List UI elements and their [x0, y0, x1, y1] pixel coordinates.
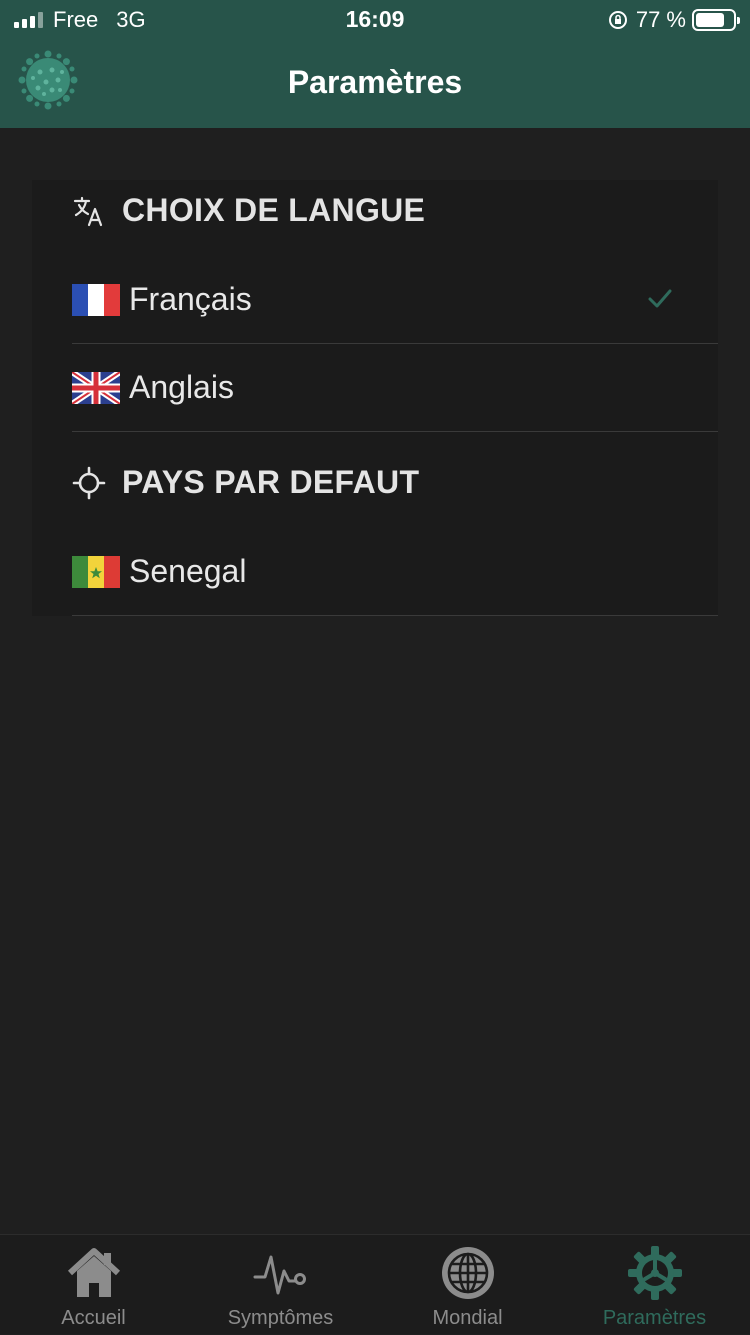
translate-icon [73, 196, 103, 226]
language-section-title: CHOIX DE LANGUE [122, 192, 426, 228]
crosshair-icon [72, 466, 106, 499]
language-section-header: CHOIX DE LANGUE [72, 192, 425, 229]
home-icon [67, 1248, 120, 1297]
language-option-label: Anglais [129, 369, 234, 405]
tab-mondial[interactable]: Mondial [374, 1235, 561, 1335]
rotation-lock-icon [608, 11, 627, 29]
tab-label: Paramètres [602, 1307, 707, 1329]
tab-symptomes[interactable]: Symptômes [187, 1235, 374, 1335]
tab-label: Symptômes [227, 1307, 334, 1329]
language-option-label: Français [129, 281, 252, 317]
language-option-french[interactable]: Français [72, 256, 718, 344]
gear-icon [627, 1246, 682, 1300]
tab-label: Mondial [432, 1307, 503, 1329]
status-bar: Free 3G 16:09 77 % [0, 0, 750, 40]
senegal-flag-icon [72, 555, 120, 588]
default-country-row[interactable]: Senegal [72, 528, 718, 616]
uk-flag-icon [72, 371, 120, 404]
language-option-english[interactable]: Anglais [72, 344, 718, 432]
pulse-icon [253, 1255, 306, 1295]
battery-percentage: 77 % [635, 7, 686, 32]
nav-header: Paramètres [0, 40, 750, 128]
battery-icon [692, 9, 740, 31]
country-section-title: PAYS PAR DEFAUT [122, 464, 420, 500]
settings-panel: CHOIX DE LANGUE Français Anglais PAYS PA… [32, 180, 718, 616]
globe-icon [441, 1247, 494, 1299]
tab-bar: Accueil Symptômes Mondial Paramètres [0, 1234, 750, 1334]
france-flag-icon [72, 283, 120, 316]
tab-label: Accueil [61, 1307, 126, 1329]
tab-parametres[interactable]: Paramètres [561, 1235, 748, 1335]
default-country-label: Senegal [129, 553, 247, 589]
checkmark-icon [648, 289, 672, 308]
page-title: Paramètres [287, 64, 463, 100]
tab-accueil[interactable]: Accueil [0, 1235, 187, 1335]
country-section-header: PAYS PAR DEFAUT [72, 464, 419, 501]
